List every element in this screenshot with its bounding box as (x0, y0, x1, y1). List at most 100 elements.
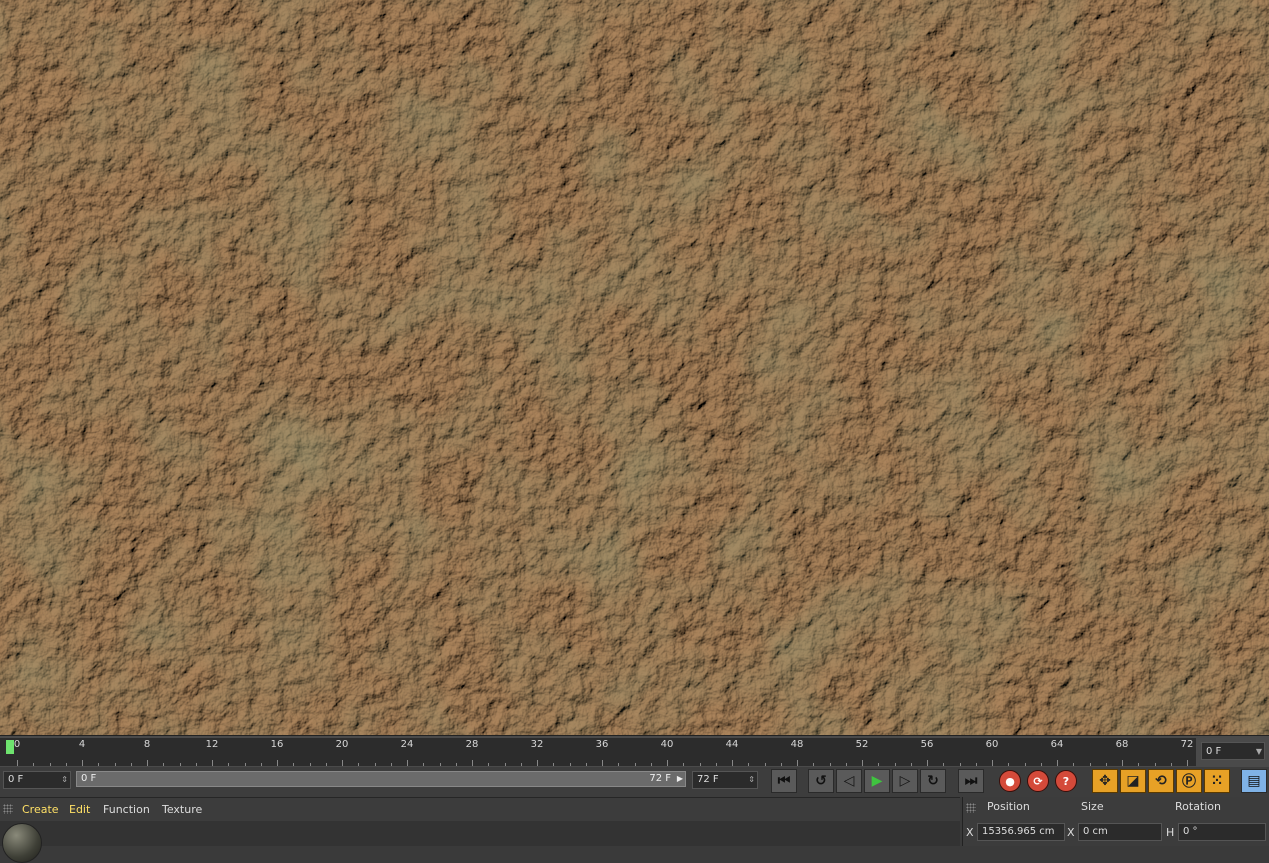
rotation-h-axis-label: H (1166, 826, 1175, 839)
play-button[interactable]: ▶ (864, 769, 890, 793)
menu-texture[interactable]: Texture (162, 799, 202, 821)
timeline-tick-mark (520, 763, 522, 766)
max-time-field[interactable]: 72 F ⇕ (692, 771, 758, 789)
timeline-tick-mark (455, 763, 457, 766)
3d-viewport[interactable] (0, 0, 1269, 735)
next-keyframe-icon: ↻ (927, 773, 939, 789)
timeline-tick-mark (342, 760, 343, 766)
timeline-tick-mark (585, 763, 587, 766)
move-icon: ✥ (1099, 773, 1111, 789)
size-x-axis-label: X (1067, 826, 1075, 839)
scale-tool-button[interactable]: ◪ (1120, 769, 1146, 793)
dropdown-arrow-icon[interactable]: ▼ (1256, 743, 1262, 761)
terrain-render (0, 0, 1269, 735)
timeline-tick-mark (927, 760, 928, 766)
max-time-value: 72 F (697, 774, 719, 785)
timeline-tick-mark (1105, 763, 1107, 766)
timeline-tick-mark (17, 760, 18, 766)
timeline-tick-label: 4 (78, 739, 86, 750)
timeline-tick-mark (667, 760, 668, 766)
coordinates-manager: Position Size Rotation X 15356.965 cm X … (962, 797, 1269, 846)
timeline-tick-mark (65, 763, 67, 766)
timeline-tick-mark (1040, 763, 1042, 766)
timeline-tick-mark (504, 763, 506, 766)
timeline-tick-mark (553, 763, 555, 766)
timeline-tick-label: 20 (335, 739, 349, 750)
scale-icon: ◪ (1126, 773, 1140, 789)
timeline-tick-mark (650, 763, 652, 766)
goto-start-button[interactable]: ⏮ (771, 769, 797, 793)
panel-grip-icon[interactable] (3, 804, 13, 814)
timeline-tick-label: 8 (143, 739, 151, 750)
timeline-tick-label: 60 (985, 739, 999, 750)
record-button[interactable]: ● (999, 770, 1021, 792)
range-arrow-icon[interactable]: ▶ (677, 772, 683, 786)
transport-bar: 0 F ⇕ 0 F 72 F ▶ 72 F ⇕ ⏮ ↺ ◁ ▶ ▷ ↻ ⏭ ● … (0, 767, 1269, 797)
playhead[interactable] (6, 740, 14, 754)
timeline-tick-mark (829, 763, 831, 766)
timeline-tick-mark (114, 763, 116, 766)
timeline-tick-mark (423, 763, 425, 766)
timeline-tick-mark (179, 763, 181, 766)
material-preview-ball[interactable] (2, 823, 42, 863)
timeline-tick-mark (1024, 763, 1026, 766)
timeline-tick-mark (82, 760, 83, 766)
skip-to-start-icon: ⏮ (777, 773, 791, 789)
min-time-field[interactable]: 0 F ⇕ (3, 771, 71, 789)
menu-function[interactable]: Function (103, 799, 150, 821)
keyframe-selection-button[interactable]: ? (1055, 770, 1077, 792)
min-time-value: 0 F (8, 774, 24, 785)
timeline-tick-mark (764, 763, 766, 766)
timeline-tick-mark (228, 763, 230, 766)
timeline-tick-mark (212, 760, 213, 766)
timeline-tick-mark (780, 763, 782, 766)
autokey-button[interactable]: ⟳ (1027, 770, 1049, 792)
step-back-icon: ◁ (843, 773, 855, 789)
spinner-icon[interactable]: ⇕ (61, 772, 68, 788)
parameter-button[interactable]: Ⓟ (1176, 769, 1202, 793)
position-header: Position (987, 800, 1030, 813)
timeline-tick-mark (98, 763, 100, 766)
current-frame-field[interactable]: 0 F ▼ (1201, 742, 1265, 760)
range-end-label: 72 F (649, 773, 671, 784)
rotation-header: Rotation (1175, 800, 1222, 813)
position-x-axis-label: X (966, 826, 974, 839)
move-tool-button[interactable]: ✥ (1092, 769, 1118, 793)
goto-end-button[interactable]: ⏭ (958, 769, 984, 793)
parameter-icon: Ⓟ (1182, 774, 1196, 790)
size-x-value: 0 cm (1083, 826, 1108, 837)
timeline-tick-mark (147, 760, 148, 766)
rotation-h-field[interactable]: 0 ° (1178, 823, 1266, 841)
timeline-tick-mark (537, 760, 538, 766)
timeline-tick-mark (975, 763, 977, 766)
menu-edit[interactable]: Edit (69, 799, 90, 821)
preview-range-slider[interactable]: 0 F 72 F ▶ (76, 771, 686, 787)
step-back-button[interactable]: ◁ (836, 769, 862, 793)
size-x-field[interactable]: 0 cm (1078, 823, 1162, 841)
panel-grip-icon[interactable] (966, 803, 976, 813)
size-header: Size (1081, 800, 1104, 813)
timeline-tick-label: 48 (790, 739, 804, 750)
timeline-tick-mark (1187, 760, 1188, 766)
timeline-tick-mark (277, 760, 278, 766)
timeline-ruler[interactable]: 0 4 8 12 16 20 24 28 32 36 40 44 48 52 56 60 64 68 72 0 F … (0, 735, 1269, 768)
material-list[interactable] (0, 821, 960, 863)
rotate-tool-button[interactable]: ⟲ (1148, 769, 1174, 793)
timeline-tick-mark (1057, 760, 1058, 766)
timeline-window-button[interactable]: ▤ (1241, 769, 1267, 793)
skip-to-end-icon: ⏭ (964, 773, 978, 789)
record-keys-icon: ● (1005, 774, 1015, 788)
next-keyframe-button[interactable]: ↻ (920, 769, 946, 793)
timeline-tick-mark (407, 760, 408, 766)
timeline-tick-label: 24 (400, 739, 414, 750)
range-start-label: 0 F (81, 773, 97, 784)
prev-keyframe-button[interactable]: ↺ (808, 769, 834, 793)
menu-create[interactable]: Create (22, 799, 59, 821)
timeline-tick-label: 56 (920, 739, 934, 750)
timeline-tick-mark (325, 763, 327, 766)
position-x-field[interactable]: 15356.965 cm (977, 823, 1065, 841)
pla-button[interactable]: ⁙ (1204, 769, 1230, 793)
step-forward-button[interactable]: ▷ (892, 769, 918, 793)
timeline-tick-mark (374, 763, 376, 766)
spinner-icon[interactable]: ⇕ (748, 772, 755, 788)
